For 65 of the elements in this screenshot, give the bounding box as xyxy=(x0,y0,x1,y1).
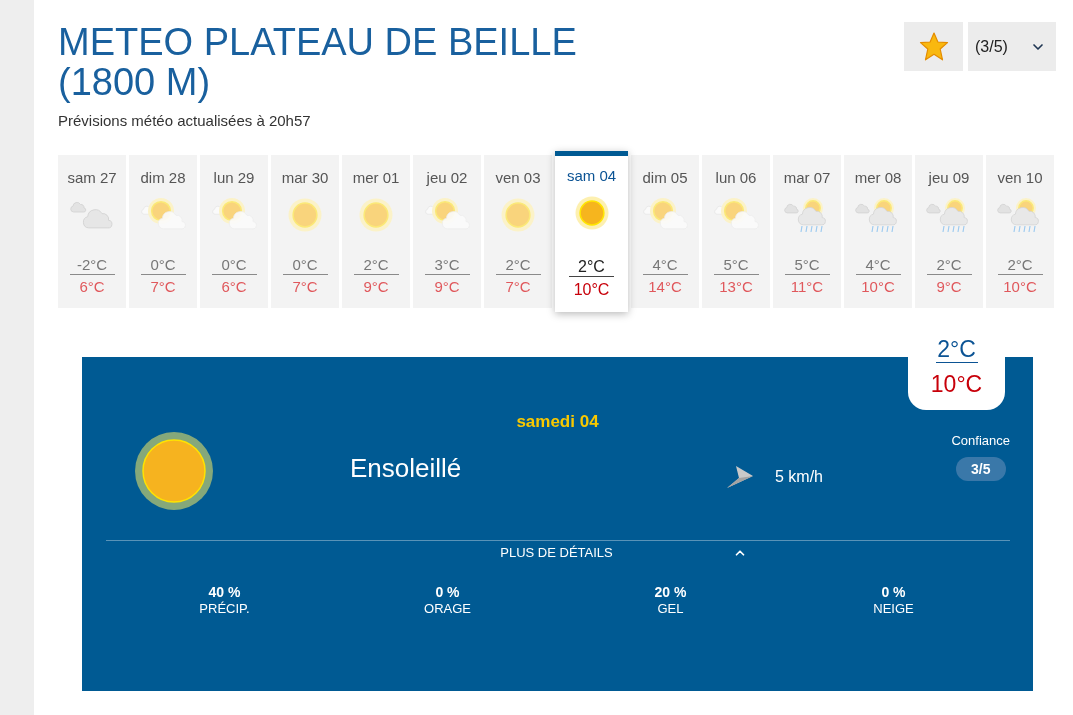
day-tab[interactable]: mar 07 5°C 11°C xyxy=(773,155,841,308)
stat-label: PRÉCIP. xyxy=(199,601,250,617)
day-tab[interactable]: jeu 02 3°C 9°C xyxy=(413,155,481,308)
min-temperature: 3°C xyxy=(424,256,470,275)
max-temperature: 7°C xyxy=(150,278,176,296)
min-temperature: 5°C xyxy=(784,256,830,275)
day-tab[interactable]: ven 03 2°C 7°C xyxy=(484,155,552,308)
day-tab[interactable]: mer 08 4°C 10°C xyxy=(844,155,912,308)
min-temperature: 0°C xyxy=(282,256,328,275)
day-title: samedi 04 xyxy=(515,412,600,432)
max-temperature: 10°C xyxy=(861,278,895,296)
day-tab[interactable]: dim 05 4°C 14°C xyxy=(631,155,699,308)
wind-arrow-icon xyxy=(727,466,753,488)
day-tab[interactable]: sam 27 -2°C 6°C xyxy=(58,155,126,308)
min-temperature: 0°C xyxy=(140,256,186,275)
stat-value: 0 % xyxy=(435,584,460,601)
max-temperature: 7°C xyxy=(292,278,318,296)
day-tab[interactable]: mer 01 2°C 9°C xyxy=(342,155,410,308)
min-temperature: 4°C xyxy=(855,256,901,275)
confidence-badge: 3/5 xyxy=(955,457,1006,481)
sun-icon xyxy=(135,432,213,510)
min-temperature: 2°C xyxy=(353,256,399,275)
page-title: METEO PLATEAU DE BEILLE (1800 M) xyxy=(58,22,578,102)
max-temperature: 10°C xyxy=(1003,278,1037,296)
max-temperature: 14°C xyxy=(648,278,682,296)
min-temperature: -2°C xyxy=(69,256,115,275)
condition-text: Ensoleillé xyxy=(350,453,462,483)
day-tab[interactable]: dim 28 0°C 7°C xyxy=(129,155,197,308)
day-tab[interactable]: lun 06 5°C 13°C xyxy=(702,155,770,308)
stat-value: 40 % xyxy=(208,584,241,601)
day-tab[interactable]: ven 10 2°C 10°C xyxy=(986,155,1054,308)
day-tab[interactable]: jeu 09 2°C 9°C xyxy=(915,155,983,308)
max-temperature: 11°C xyxy=(790,278,824,296)
max-temperature: 9°C xyxy=(363,278,389,296)
max-temperature: 9°C xyxy=(936,278,962,296)
max-temperature: 10°C xyxy=(930,371,983,397)
min-temperature: 4°C xyxy=(642,256,688,275)
details-toggle[interactable]: PLUS DE DÉTAILS xyxy=(500,545,747,561)
day-tab[interactable]: sam 04 2°C 10°C xyxy=(555,151,628,312)
rating-dropdown[interactable]: (3/5) xyxy=(968,22,1056,71)
max-temperature: 10°C xyxy=(573,281,610,299)
favorite-button[interactable] xyxy=(904,22,963,71)
max-temperature: 7°C xyxy=(505,278,531,296)
max-temperature: 13°C xyxy=(719,278,753,296)
min-temperature: 2°C xyxy=(935,336,978,363)
min-temperature: 2°C xyxy=(495,256,541,275)
confidence-label: Confiance xyxy=(951,434,1010,448)
day-tab[interactable]: lun 29 0°C 6°C xyxy=(200,155,268,308)
stat-value: 20 % xyxy=(654,584,687,601)
update-time-text: Prévisions météo actualisées à 20h57 xyxy=(58,112,311,130)
min-temperature: 2°C xyxy=(997,256,1043,275)
day-tab[interactable]: mar 30 0°C 7°C xyxy=(271,155,339,308)
min-temperature: 5°C xyxy=(713,256,759,275)
min-temperature: 2°C xyxy=(569,258,614,277)
stat-label: GEL xyxy=(657,601,684,617)
stat-label: ORAGE xyxy=(424,601,471,617)
min-temperature: 0°C xyxy=(211,256,257,275)
max-temperature: 9°C xyxy=(434,278,460,296)
wind-speed: 5 km/h xyxy=(775,468,823,486)
stat-label: NEIGE xyxy=(873,601,914,617)
max-temperature: 6°C xyxy=(221,278,247,296)
min-temperature: 2°C xyxy=(926,256,972,275)
max-temperature: 6°C xyxy=(79,278,105,296)
stat-value: 0 % xyxy=(881,584,906,601)
star-icon xyxy=(918,32,949,61)
